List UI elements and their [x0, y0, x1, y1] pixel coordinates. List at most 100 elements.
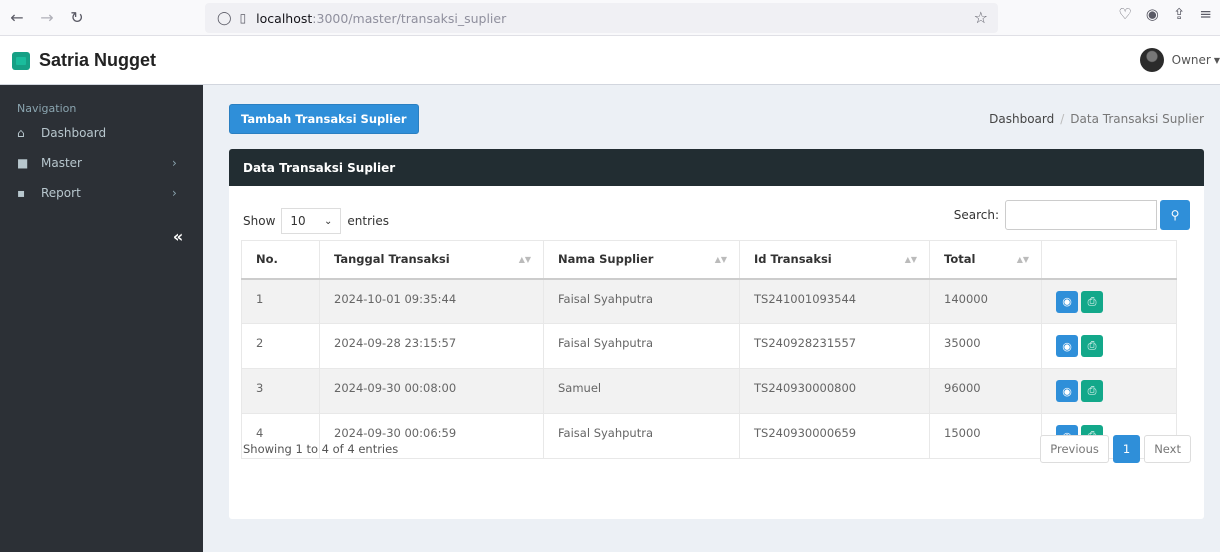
table-row: 1 2024-10-01 09:35:44 Faisal Syahputra T… [241, 278, 1177, 324]
data-box: Data Transaksi Suplier Show 10 ⌄ entries… [229, 149, 1204, 519]
print-button[interactable]: ⎙ [1081, 380, 1103, 402]
breadcrumb-separator: / [1060, 112, 1065, 126]
column-header-tanggal[interactable]: Tanggal Transaksi ▲▼ [319, 240, 544, 280]
column-header-nama[interactable]: Nama Supplier ▲▼ [543, 240, 740, 280]
print-icon: ⎙ [1087, 384, 1097, 397]
column-header-id[interactable]: Id Transaksi ▲▼ [739, 240, 930, 280]
shield-icon: ◯ [217, 10, 232, 26]
column-header-no[interactable]: No. [241, 240, 320, 280]
eye-icon: ◉ [1062, 339, 1072, 353]
breadcrumb-current: Data Transaksi Suplier [1070, 112, 1204, 126]
sidebar-collapse-button[interactable]: « [163, 227, 193, 249]
view-button[interactable]: ◉ [1056, 335, 1078, 357]
sidebar-item-report[interactable]: ▪ Report › [0, 178, 203, 208]
sidebar-item-dashboard[interactable]: ⌂ Dashboard [0, 118, 203, 148]
column-header-actions [1041, 240, 1177, 280]
cell-total: 35000 [929, 323, 1042, 369]
cell-nama: Faisal Syahputra [543, 278, 740, 324]
breadcrumb-home[interactable]: Dashboard [989, 112, 1054, 126]
search-icon: ⚲ [1170, 208, 1180, 222]
extensions-icon[interactable]: ⇪ [1173, 5, 1186, 23]
cell-actions: ◉⎙ [1041, 278, 1177, 324]
entries-length-select[interactable]: 10 ⌄ [281, 208, 342, 234]
transaction-table: No. Tanggal Transaksi ▲▼ Nama Supplier ▲▼ … [241, 240, 1177, 459]
cell-id: TS240930000800 [739, 368, 930, 414]
next-page-button[interactable]: Next [1144, 435, 1191, 463]
cell-no: 3 [241, 368, 320, 414]
main-content: Tambah Transaksi Suplier Dashboard / Data … [203, 85, 1220, 552]
cell-no: 1 [241, 278, 320, 324]
cell-actions: ◉⎙ [1041, 368, 1177, 414]
sidebar-item-master[interactable]: ■ Master › [0, 148, 203, 178]
search-button[interactable]: ⚲ [1160, 200, 1190, 230]
back-arrow-icon[interactable]: ← [4, 5, 30, 31]
cell-nama: Faisal Syahputra [543, 413, 740, 459]
sort-icon: ▲▼ [904, 255, 917, 264]
browser-toolbar: ← → ↻ ◯ ▯ localhost:3000/master/transaks… [0, 0, 1220, 36]
entries-label: entries [347, 214, 389, 228]
account-icon[interactable]: ◉ [1146, 5, 1159, 23]
eye-icon: ◉ [1062, 295, 1072, 308]
browser-actions: ♡ ◉ ⇪ ≡ [1118, 5, 1212, 23]
sidebar-item-label: Report [41, 186, 81, 200]
brand-logo-icon [12, 51, 30, 70]
previous-page-button[interactable]: Previous [1040, 435, 1109, 463]
nav-heading: Navigation [17, 102, 77, 115]
avatar [1139, 48, 1164, 72]
box-title: Data Transaksi Suplier [229, 149, 1204, 186]
sort-icon: ▲▼ [1016, 255, 1029, 264]
view-button[interactable]: ◉ [1056, 380, 1078, 402]
view-button[interactable]: ◉ [1056, 290, 1078, 313]
print-icon: ⎙ [1087, 339, 1097, 352]
cell-id: TS240928231557 [739, 323, 930, 369]
forward-arrow-icon[interactable]: → [34, 5, 60, 31]
cell-no: 2 [241, 323, 320, 369]
cell-tanggal: 2024-09-30 00:08:00 [319, 368, 544, 414]
pagination: Previous 1 Next [1040, 435, 1191, 463]
page-1-button[interactable]: 1 [1112, 435, 1141, 463]
cell-tanggal: 2024-10-01 09:35:44 [319, 278, 544, 324]
sidebar-item-label: Master [41, 156, 82, 170]
print-button[interactable]: ⎙ [1081, 335, 1103, 357]
print-button[interactable]: ⎙ [1081, 290, 1103, 313]
cell-id: TS241001093544 [739, 278, 930, 324]
file-icon: ▪ [17, 186, 26, 200]
cell-total: 96000 [929, 368, 1042, 414]
brand[interactable]: Satria Nugget [12, 50, 156, 71]
menu-icon[interactable]: ≡ [1199, 5, 1212, 23]
brand-name: Satria Nugget [39, 50, 157, 70]
chevron-right-icon: › [172, 156, 177, 170]
reload-icon[interactable]: ↻ [64, 5, 90, 31]
length-control: Show 10 ⌄ entries [243, 208, 389, 234]
caret-down-icon: ▼ [1213, 55, 1220, 65]
add-transaction-button[interactable]: Tambah Transaksi Suplier [229, 104, 419, 134]
cell-nama: Samuel [543, 368, 740, 414]
chevron-right-icon: › [172, 186, 177, 200]
search-control: Search: ⚲ [954, 200, 1190, 230]
table-row: 2 2024-09-28 23:15:57 Faisal Syahputra T… [241, 323, 1177, 369]
bookmark-star-icon[interactable]: ☆ [974, 8, 988, 27]
breadcrumb: Dashboard / Data Transaksi Suplier [989, 112, 1204, 126]
show-label: Show [243, 214, 276, 228]
user-name: Owner [1171, 53, 1211, 67]
search-input[interactable] [1005, 200, 1157, 230]
sidebar: Navigation ⌂ Dashboard ■ Master › ▪ Repo… [0, 85, 203, 552]
page-icon: ▯ [239, 11, 247, 25]
cell-total: 140000 [929, 278, 1042, 324]
sort-icon: ▲▼ [714, 255, 727, 264]
chevron-down-icon: ⌄ [324, 215, 333, 227]
user-menu[interactable]: Owner ▼ [1139, 48, 1220, 72]
pocket-icon[interactable]: ♡ [1118, 5, 1131, 23]
column-header-total[interactable]: Total ▲▼ [929, 240, 1042, 280]
cell-nama: Faisal Syahputra [543, 323, 740, 369]
sort-icon: ▲▼ [518, 255, 531, 264]
print-icon: ⎙ [1087, 294, 1097, 308]
app-header: Satria Nugget Owner ▼ [0, 37, 1220, 85]
eye-icon: ◉ [1062, 384, 1072, 398]
cell-id: TS240930000659 [739, 413, 930, 459]
address-bar[interactable]: ◯ ▯ localhost:3000/master/transaksi_supl… [205, 3, 998, 33]
table-info: Showing 1 to 4 of 4 entries [243, 442, 399, 456]
search-label: Search: [953, 208, 999, 222]
cell-total: 15000 [929, 413, 1042, 459]
home-icon: ⌂ [17, 126, 25, 140]
